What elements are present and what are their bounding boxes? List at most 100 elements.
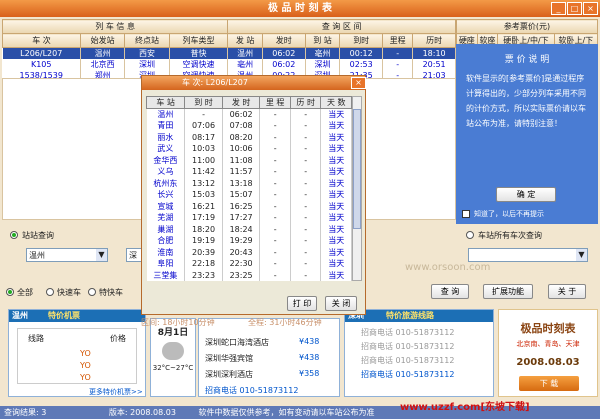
table-row[interactable]: K105 北京西 深圳 空调快速 亳州 06:02 深圳 02:53-20:51 <box>2 59 456 70</box>
col-duration[interactable]: 历时 <box>412 33 456 48</box>
download-button[interactable]: 下 载 <box>519 376 579 391</box>
more-flights-link[interactable]: 更多特价机票>> <box>89 387 143 397</box>
dialog-title: 车 次: L206/L207 <box>142 76 365 90</box>
hotel-ad[interactable]: 深圳蛇口海湾酒店 ¥438 深圳华强宾馆 ¥438 深圳深利酒店 ¥358 招商电话 … <box>198 318 340 397</box>
col-duration[interactable]: 历 时 <box>289 96 322 109</box>
tour-line[interactable]: 招商电话 010-51873112 <box>361 326 477 340</box>
stop-row[interactable]: 三堂集 23:23 23:25- - 当天 <box>146 269 352 281</box>
col-train[interactable]: 车 次 <box>2 33 81 48</box>
hotel-name[interactable]: 深圳蛇口海湾酒店 <box>205 337 269 348</box>
cloud-icon <box>162 342 184 360</box>
about-button[interactable]: 关 于 <box>548 284 586 299</box>
stop-row[interactable]: 宣城 16:21 16:25- - 当天 <box>146 200 352 212</box>
flight-list: 线路 价格 YO YO YO <box>17 328 137 384</box>
stop-cell: 23:23 <box>184 269 223 281</box>
col-arrive-station[interactable]: 到 站 <box>304 33 341 48</box>
stop-cell: 温州 <box>146 108 186 120</box>
col-type[interactable]: 列车类型 <box>168 33 229 48</box>
hotel-name[interactable]: 深圳深利酒店 <box>205 369 253 380</box>
station-query-radio[interactable] <box>10 231 18 239</box>
stop-cell: 巢湖 <box>146 223 186 235</box>
stop-cell: - <box>259 120 291 132</box>
stop-row[interactable]: 合肥 19:19 19:29- - 当天 <box>146 235 352 247</box>
stop-row[interactable]: 巢湖 18:20 18:24- - 当天 <box>146 223 352 235</box>
table-row[interactable]: L206/L207 温州 西安 普快 温州 06:02 亳州 00:12-18:10 <box>2 47 456 59</box>
nomore-checkbox[interactable] <box>462 210 470 218</box>
col-arrive[interactable]: 到 时 <box>184 96 223 109</box>
tour-ad[interactable]: 深圳 特价旅游线路 招商电话 010-51873112 招商电话 010-5187… <box>344 309 494 397</box>
all-trains-radio[interactable] <box>466 231 474 239</box>
flight-price[interactable]: YO <box>80 373 91 382</box>
stop-cell: - <box>290 200 322 212</box>
stop-cell: 当天 <box>320 246 352 258</box>
stop-cell: 金华西 <box>146 154 186 166</box>
filter-all-radio[interactable] <box>6 288 14 296</box>
stop-cell: - <box>290 189 322 201</box>
stop-cell: - <box>290 154 322 166</box>
station-select[interactable]: ▼ <box>468 248 588 262</box>
print-button[interactable]: 打 印 <box>287 296 317 311</box>
stop-row[interactable]: 金华西 11:00 11:08- - 当天 <box>146 154 352 166</box>
stop-row[interactable]: 杭州东 13:12 13:18- - 当天 <box>146 177 352 189</box>
col-depart-time[interactable]: 发时 <box>261 33 306 48</box>
stop-row[interactable]: 芜湖 17:19 17:27- - 当天 <box>146 212 352 224</box>
hotel-price[interactable]: ¥438 <box>299 337 319 346</box>
col-distance[interactable]: 里程 <box>382 33 414 48</box>
stop-row[interactable]: 长兴 15:03 15:07- - 当天 <box>146 189 352 201</box>
col-station[interactable]: 车 站 <box>145 96 186 109</box>
col-arrive-time[interactable]: 到时 <box>339 33 384 48</box>
stop-cell: 22:18 <box>184 258 223 270</box>
maximize-button[interactable]: □ <box>567 2 582 15</box>
stop-cell: 06:02 <box>222 108 261 120</box>
filter-special-radio[interactable] <box>88 288 96 296</box>
col-days[interactable]: 天 数 <box>320 96 352 109</box>
stop-row[interactable]: 武义 10:03 10:06- - 当天 <box>146 143 352 155</box>
query-button[interactable]: 查 询 <box>431 284 469 299</box>
filter-express-radio[interactable] <box>46 288 54 296</box>
col-origin[interactable]: 始发站 <box>79 33 126 48</box>
chevron-down-icon[interactable]: ▼ <box>96 249 107 261</box>
hotel-name[interactable]: 深圳华强宾馆 <box>205 353 253 364</box>
flight-price[interactable]: YO <box>80 361 91 370</box>
stop-row[interactable]: 淮南 20:39 20:43- - 当天 <box>146 246 352 258</box>
dialog-close-button[interactable]: 关 闭 <box>325 296 357 311</box>
hotel-price[interactable]: ¥438 <box>299 353 319 362</box>
stop-row[interactable]: 温州 -06:02- - 当天 <box>146 108 352 120</box>
col-depart-station[interactable]: 发 站 <box>227 33 263 48</box>
extend-button[interactable]: 扩展功能 <box>483 284 533 299</box>
station-query-label: 站站查询 <box>22 231 54 240</box>
stop-row[interactable]: 青田 07:06 07:08- - 当天 <box>146 120 352 132</box>
dialog-close-icon[interactable]: × <box>351 77 366 89</box>
dialog-scrollbar[interactable] <box>352 96 362 281</box>
watermark-text: www.orsoon.com <box>405 262 491 273</box>
stop-row[interactable]: 义乌 11:42 11:57- - 当天 <box>146 166 352 178</box>
tour-line[interactable]: 招商电话 010-51873112 <box>361 354 477 368</box>
stop-row[interactable]: 阜阳 22:18 22:30- - 当天 <box>146 258 352 270</box>
tour-line[interactable]: 招商电话 010-51873112 <box>361 368 477 382</box>
ok-button[interactable]: 确 定 <box>496 187 556 202</box>
window-title: 极 品 时 刻 表 <box>0 0 600 17</box>
chevron-down-icon[interactable]: ▼ <box>576 249 587 261</box>
stop-cell: - <box>290 246 322 258</box>
stop-cell: - <box>290 269 322 281</box>
col-terminus[interactable]: 终点站 <box>124 33 170 48</box>
stop-row[interactable]: 丽水 08:17 08:20- - 当天 <box>146 131 352 143</box>
hotel-price[interactable]: ¥358 <box>299 369 319 378</box>
tour-line[interactable]: 招商电话 010-51873112 <box>361 340 477 354</box>
flight-price[interactable]: YO <box>80 349 91 358</box>
stop-cell: 13:12 <box>184 177 223 189</box>
col-depart[interactable]: 发 时 <box>221 96 261 109</box>
flight-ad[interactable]: 温州 特价机票 线路 价格 YO YO YO 更多特价机票>> <box>8 309 146 397</box>
minimize-button[interactable]: _ <box>551 2 566 15</box>
scrollbar-thumb[interactable] <box>353 109 361 229</box>
stop-cell: 当天 <box>320 269 352 281</box>
from-station-select[interactable]: 温州 ▼ <box>26 248 108 262</box>
watermark-overlay: www.uzzf.com[东坡下载] <box>400 402 530 413</box>
stop-cell: 08:20 <box>222 131 261 143</box>
stop-cell: 当天 <box>320 258 352 270</box>
close-button[interactable]: × <box>583 2 598 15</box>
hotline-link[interactable]: 招商电话 010-51873112 <box>205 385 298 396</box>
stop-cell: 10:06 <box>222 143 261 155</box>
col-distance[interactable]: 里 程 <box>259 96 291 109</box>
stop-cell: - <box>290 120 322 132</box>
